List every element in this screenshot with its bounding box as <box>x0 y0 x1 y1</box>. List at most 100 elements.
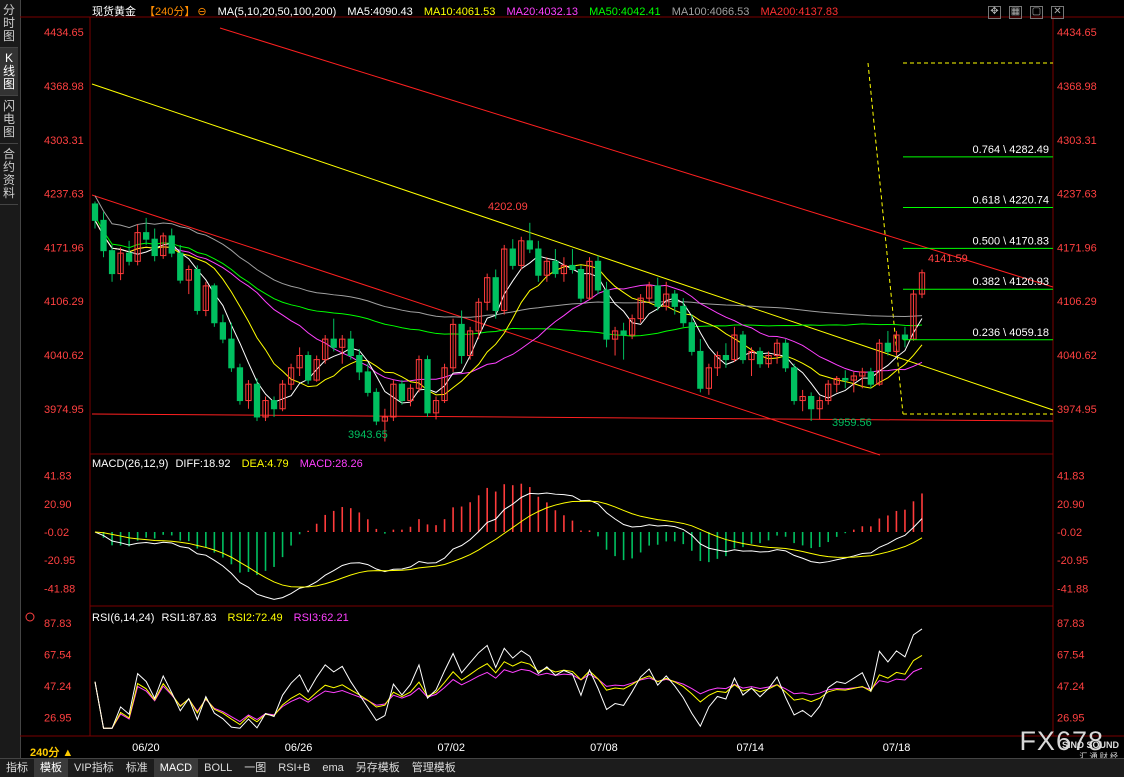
candle-body <box>356 355 363 373</box>
ma20-value: MA20:4032.13 <box>506 6 579 18</box>
status-item-1[interactable]: 模板 <box>34 759 68 777</box>
macd-params: MACD(26,12,9) <box>92 458 169 470</box>
date-label-0: 06/20 <box>132 742 160 754</box>
candle-body <box>867 371 874 385</box>
candle-body <box>219 322 227 340</box>
candle-body <box>364 371 371 393</box>
candle-body <box>739 334 747 361</box>
candle-body <box>100 219 107 252</box>
period-label[interactable]: 【240分】 <box>144 6 195 18</box>
ma100-line <box>94 195 923 318</box>
candle-body <box>697 350 704 389</box>
watermark-sub1: SINO SOUND <box>1061 740 1119 750</box>
rsi-tick-right-0: 87.83 <box>1057 618 1085 630</box>
ma5-value: MA5:4090.43 <box>347 6 413 18</box>
main-legend: 现货黄金 【240分】 ⊖ MA(5,10,20,50,100,200) MA5:4… <box>92 3 846 19</box>
candle-body <box>790 367 798 402</box>
price-tick-right-7: 3974.95 <box>1057 404 1097 416</box>
date-label-1: 06/26 <box>285 742 313 754</box>
rsi-tick-right-2: 47.24 <box>1057 681 1085 693</box>
candle-body <box>168 235 175 254</box>
macd-tick-right-0: 41.83 <box>1057 471 1085 483</box>
status-item-8[interactable]: ema <box>316 759 349 777</box>
price-tick-right-6: 4040.62 <box>1057 350 1097 362</box>
candle-body <box>125 252 133 262</box>
candle-body <box>842 377 849 381</box>
macd-value: MACD:28.26 <box>299 458 363 470</box>
channel-lower <box>91 194 881 456</box>
annotation-0: 4202.09 <box>488 201 528 213</box>
rsi2-line <box>94 655 923 729</box>
date-label-2: 07/02 <box>437 742 465 754</box>
macd-tick-right-1: 20.90 <box>1057 499 1085 511</box>
close-icon[interactable]: ✕ <box>1051 6 1064 19</box>
rsi3-line <box>94 667 923 729</box>
candle-body <box>680 305 687 324</box>
candle-body <box>424 359 431 414</box>
candle-body <box>722 355 730 361</box>
macd-tick-left-0: 41.83 <box>44 471 72 483</box>
price-tick-left-2: 4303.31 <box>44 135 84 147</box>
price-chart[interactable]: 4434.65 4434.65 4368.98 4368.98 4303.31 4303.… <box>0 0 1124 758</box>
macd-dea: DEA:4.79 <box>241 458 289 470</box>
annotation-2: 3959.56 <box>832 417 872 429</box>
price-tick-right-5: 4106.29 <box>1057 296 1097 308</box>
price-tick-right-0: 4434.65 <box>1057 27 1097 39</box>
candle-body <box>808 395 815 410</box>
restore-icon[interactable]: ▢ <box>1030 6 1043 19</box>
fib-label-0: 0.764 \ 4282.49 <box>973 144 1049 156</box>
candle-body <box>270 400 278 410</box>
main-pane-frame <box>89 16 1054 455</box>
ma-params: MA(5,10,20,50,100,200) <box>217 6 337 18</box>
status-item-9[interactable]: 另存模板 <box>350 759 406 777</box>
price-tick-left-1: 4368.98 <box>44 81 84 93</box>
move-icon[interactable]: ✥ <box>988 6 1001 19</box>
candle-body <box>253 383 261 418</box>
date-label-4: 07/14 <box>736 742 764 754</box>
candle-body <box>594 260 602 291</box>
price-tick-right-1: 4368.98 <box>1057 81 1097 93</box>
macd-pane-frame <box>89 453 1054 607</box>
price-tick-left-3: 4237.63 <box>44 189 84 201</box>
candle-body <box>177 252 184 281</box>
rsi-tick-left-2: 47.24 <box>44 681 72 693</box>
candle-body <box>373 391 380 422</box>
candle-body <box>688 322 695 352</box>
grid-icon[interactable]: ▦ <box>1009 6 1022 19</box>
status-item-4[interactable]: MACD <box>153 759 199 777</box>
price-tick-left-5: 4106.29 <box>44 296 84 308</box>
candle-body <box>569 264 576 270</box>
candle-body <box>603 289 610 340</box>
status-item-5[interactable]: BOLL <box>198 759 238 777</box>
trendline-upper <box>91 83 1054 411</box>
macd-diff-line <box>94 492 923 600</box>
status-item-10[interactable]: 管理模板 <box>406 759 462 777</box>
rsi-settings-icon <box>25 612 35 622</box>
ma10-value: MA10:4061.53 <box>423 6 496 18</box>
status-item-2[interactable]: VIP指标 <box>68 759 120 777</box>
candle-body <box>347 338 354 357</box>
price-tick-left-6: 4040.62 <box>44 350 84 362</box>
candle-body <box>671 293 678 307</box>
rsi3-value: RSI3:62.21 <box>293 612 349 624</box>
candle-body <box>552 260 559 275</box>
ma50-line <box>94 216 923 337</box>
macd-diff: DIFF:18.92 <box>175 458 231 470</box>
rsi-tick-right-1: 67.54 <box>1057 650 1085 662</box>
status-item-6[interactable]: 一图 <box>238 759 272 777</box>
candle-body <box>305 355 312 381</box>
toggle-icon[interactable]: ⊖ <box>197 6 206 18</box>
candle-body <box>330 338 337 348</box>
candle-body <box>782 342 789 369</box>
annotation-3: 4141.59 <box>928 253 968 265</box>
candle-body <box>492 277 499 311</box>
window-controls: ✥ ▦ ▢ ✕ <box>980 3 1064 19</box>
status-item-7[interactable]: RSI+B <box>272 759 316 777</box>
fib-label-1: 0.618 \ 4220.74 <box>973 194 1049 206</box>
candle-body <box>458 323 465 357</box>
rsi-params: RSI(6,14,24) <box>92 612 155 624</box>
candle-body <box>535 248 542 276</box>
rsi-tick-left-1: 67.54 <box>44 650 72 662</box>
status-item-0[interactable]: 指标 <box>0 759 34 777</box>
status-item-3[interactable]: 标准 <box>120 759 154 777</box>
